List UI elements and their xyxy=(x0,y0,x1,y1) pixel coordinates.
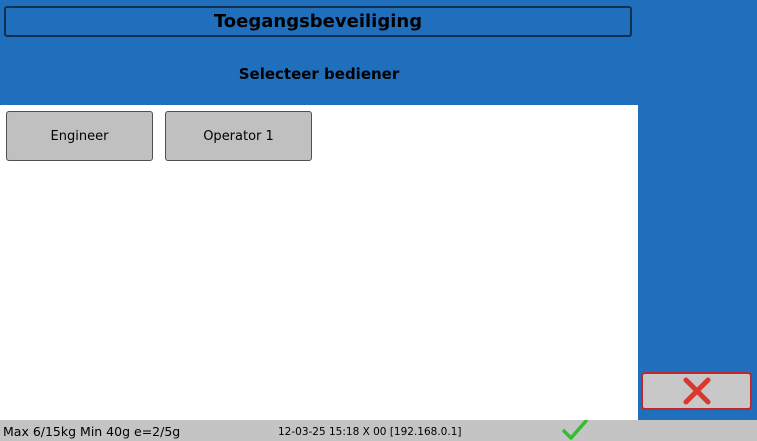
page-subtitle: Selecteer bediener xyxy=(238,65,400,83)
page-title-box: Toegangsbeveiliging xyxy=(4,6,632,37)
checkmark-icon xyxy=(562,420,588,440)
status-bar: Max 6/15kg Min 40g e=2/5g 12-03-25 15:18… xyxy=(0,420,757,441)
user-button-engineer[interactable]: Engineer xyxy=(6,111,153,161)
datetime-address: 12-03-25 15:18 X 00 [192.168.0.1] xyxy=(278,426,462,438)
user-list-panel: Engineer Operator 1 xyxy=(0,105,638,420)
user-button-operator-1[interactable]: Operator 1 xyxy=(165,111,312,161)
scale-info: Max 6/15kg Min 40g e=2/5g xyxy=(3,424,181,439)
close-icon xyxy=(683,377,710,405)
page-title: Toegangsbeveiliging xyxy=(213,11,423,32)
cancel-button[interactable] xyxy=(641,372,752,410)
